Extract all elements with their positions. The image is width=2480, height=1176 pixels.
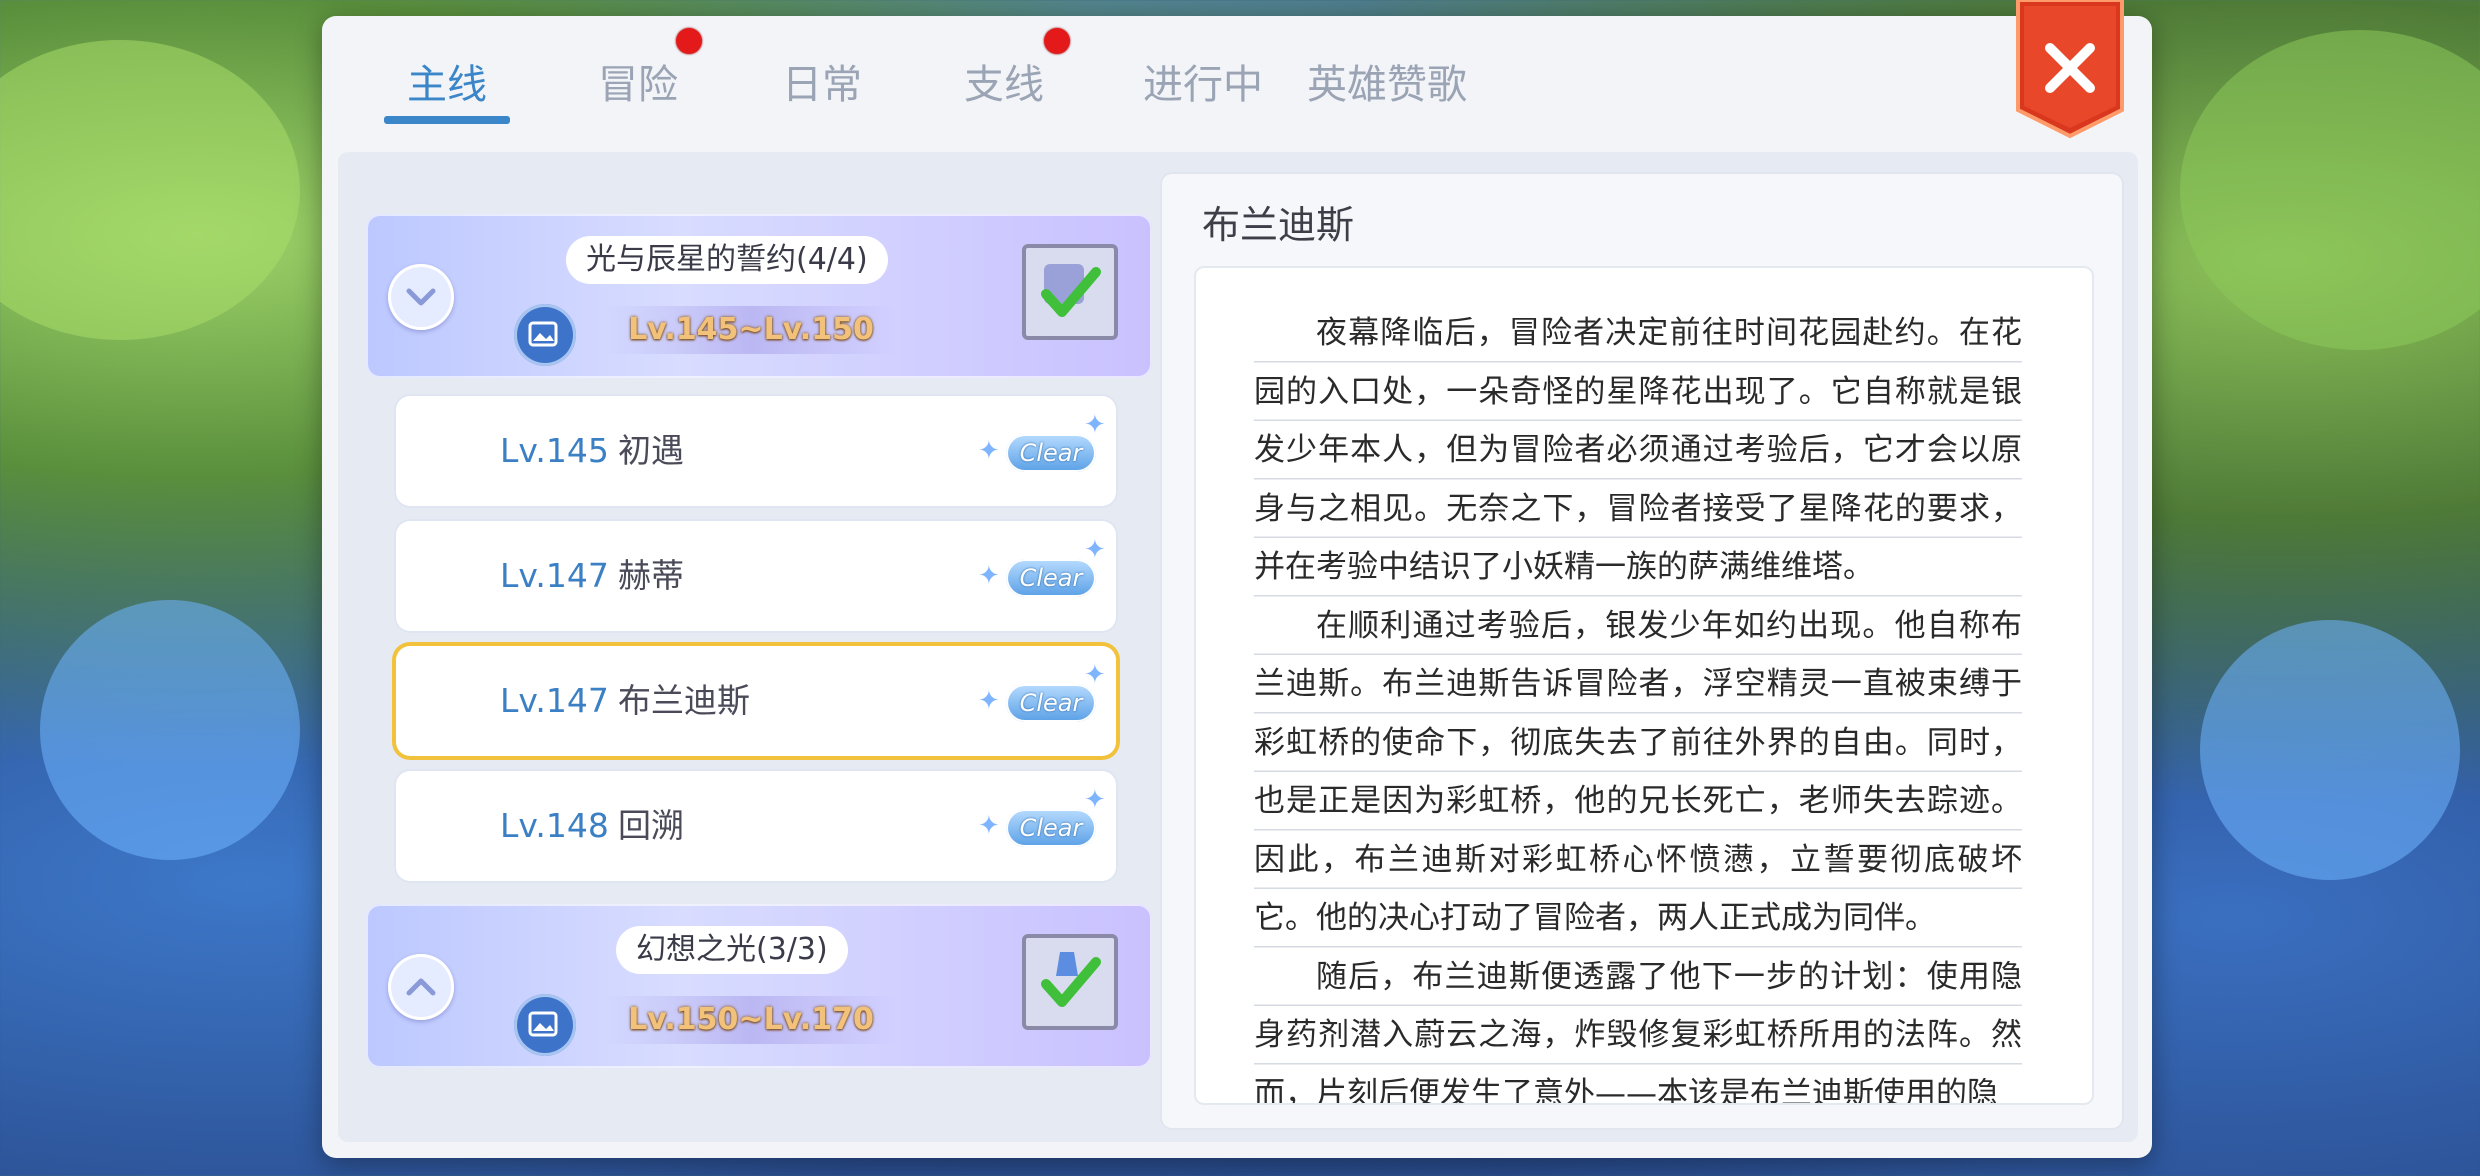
- quest-group-level-range: Lv.150~Lv.170: [606, 996, 896, 1044]
- tab-in-progress[interactable]: 进行中: [1118, 50, 1288, 120]
- clear-badge: Clear: [1006, 809, 1096, 847]
- quest-list[interactable]: 光与辰星的誓约(4/4) Lv.145~Lv.150 Lv.145 初遇 ✦ ✦…: [338, 152, 1152, 1142]
- sparkle-icon: ✦: [978, 686, 1000, 716]
- sparkle-icon: ✦: [978, 561, 1000, 591]
- quest-group-header[interactable]: 幻想之光(3/3) Lv.150~Lv.170: [366, 904, 1152, 1068]
- image-glyph: [528, 1011, 558, 1037]
- story-paragraph: 随后，布兰迪斯便透露了他下一步的计划：使用隐身药剂潜入蔚云之海，炸毁修复彩虹桥所…: [1254, 958, 2022, 1104]
- image-glyph: [528, 321, 558, 347]
- quest-panel: 主线 冒险 日常 支线 进行中 英雄赞歌 光与辰星的誓约(4/4) Lv.145…: [322, 0, 2152, 1158]
- story-paragraph: 在顺利通过考验后，银发少年如约出现。他自称布兰迪斯。布兰迪斯告诉冒险者，浮空精灵…: [1254, 607, 2022, 937]
- close-x-icon: [2016, 0, 2124, 139]
- quest-name: 布兰迪斯: [618, 681, 750, 720]
- content-area: 光与辰星的誓约(4/4) Lv.145~Lv.150 Lv.145 初遇 ✦ ✦…: [338, 152, 2138, 1142]
- background-foliage: [0, 40, 300, 340]
- clear-badge: Clear: [1006, 684, 1096, 722]
- gallery-icon[interactable]: [514, 994, 576, 1056]
- quest-level: Lv.147: [500, 556, 609, 595]
- quest-detail-panel: 布兰迪斯 夜幕降临后，冒险者决定前往时间花园赴约。在花园的入口处，一朵奇怪的星降…: [1160, 172, 2124, 1130]
- tab-bar: 主线 冒险 日常 支线 进行中 英雄赞歌: [322, 16, 1822, 156]
- quest-group-header[interactable]: 光与辰星的誓约(4/4) Lv.145~Lv.150: [366, 214, 1152, 378]
- quest-level: Lv.145: [500, 431, 609, 470]
- tab-daily[interactable]: 日常: [752, 50, 892, 120]
- reward-claimed-icon[interactable]: [1022, 244, 1118, 340]
- quest-group-title: 光与辰星的誓约(4/4): [566, 236, 888, 284]
- background-foliage: [2180, 30, 2480, 350]
- notification-dot: [1044, 28, 1070, 54]
- notification-dot: [676, 28, 702, 54]
- quest-item[interactable]: Lv.147 赫蒂 ✦ ✦ Clear: [396, 521, 1116, 631]
- quest-name: 赫蒂: [618, 556, 684, 595]
- quest-name: 初遇: [618, 431, 684, 470]
- quest-group-level-range: Lv.145~Lv.150: [606, 306, 896, 354]
- close-button[interactable]: [2014, 0, 2126, 140]
- tab-hero-anthem[interactable]: 英雄赞歌: [1282, 50, 1492, 120]
- sparkle-icon: ✦: [978, 436, 1000, 466]
- background-glow: [40, 600, 300, 860]
- gallery-icon[interactable]: [514, 304, 576, 366]
- reward-claimed-icon[interactable]: [1022, 934, 1118, 1030]
- sparkle-icon: ✦: [1084, 535, 1106, 565]
- quest-level: Lv.148: [500, 806, 609, 845]
- sparkle-icon: ✦: [978, 811, 1000, 841]
- quest-item-selected[interactable]: Lv.147 布兰迪斯 ✦ ✦ Clear: [396, 646, 1116, 756]
- check-icon: [1041, 264, 1101, 317]
- quest-group-title: 幻想之光(3/3): [616, 926, 848, 974]
- check-icon: [1041, 952, 1101, 1007]
- chevron-down-icon: [406, 288, 436, 306]
- clear-badge: Clear: [1006, 559, 1096, 597]
- story-paragraph: 夜幕降临后，冒险者决定前往时间花园赴约。在花园的入口处，一朵奇怪的星降花出现了。…: [1254, 315, 2022, 585]
- quest-item[interactable]: Lv.145 初遇 ✦ ✦ Clear: [396, 396, 1116, 506]
- tab-side[interactable]: 支线: [934, 50, 1074, 120]
- collapse-toggle[interactable]: [388, 264, 454, 330]
- sparkle-icon: ✦: [1084, 785, 1106, 815]
- quest-item[interactable]: Lv.148 回溯 ✦ ✦ Clear: [396, 771, 1116, 881]
- quest-name: 回溯: [618, 806, 684, 845]
- quest-level: Lv.147: [500, 681, 609, 720]
- quest-story-box[interactable]: 夜幕降临后，冒险者决定前往时间花园赴约。在花园的入口处，一朵奇怪的星降花出现了。…: [1196, 268, 2092, 1103]
- sparkle-icon: ✦: [1084, 660, 1106, 690]
- clear-badge: Clear: [1006, 434, 1096, 472]
- active-tab-indicator: [384, 116, 510, 124]
- quest-story-text: 夜幕降临后，冒险者决定前往时间花园赴约。在花园的入口处，一朵奇怪的星降花出现了。…: [1254, 304, 2022, 1103]
- background-glow: [2200, 620, 2460, 880]
- quest-detail-title: 布兰迪斯: [1202, 203, 1355, 247]
- sparkle-icon: ✦: [1084, 410, 1106, 440]
- tab-main[interactable]: 主线: [384, 50, 510, 120]
- expand-toggle[interactable]: [388, 954, 454, 1020]
- tab-adventure[interactable]: 冒险: [568, 50, 708, 120]
- chevron-up-icon: [406, 978, 436, 996]
